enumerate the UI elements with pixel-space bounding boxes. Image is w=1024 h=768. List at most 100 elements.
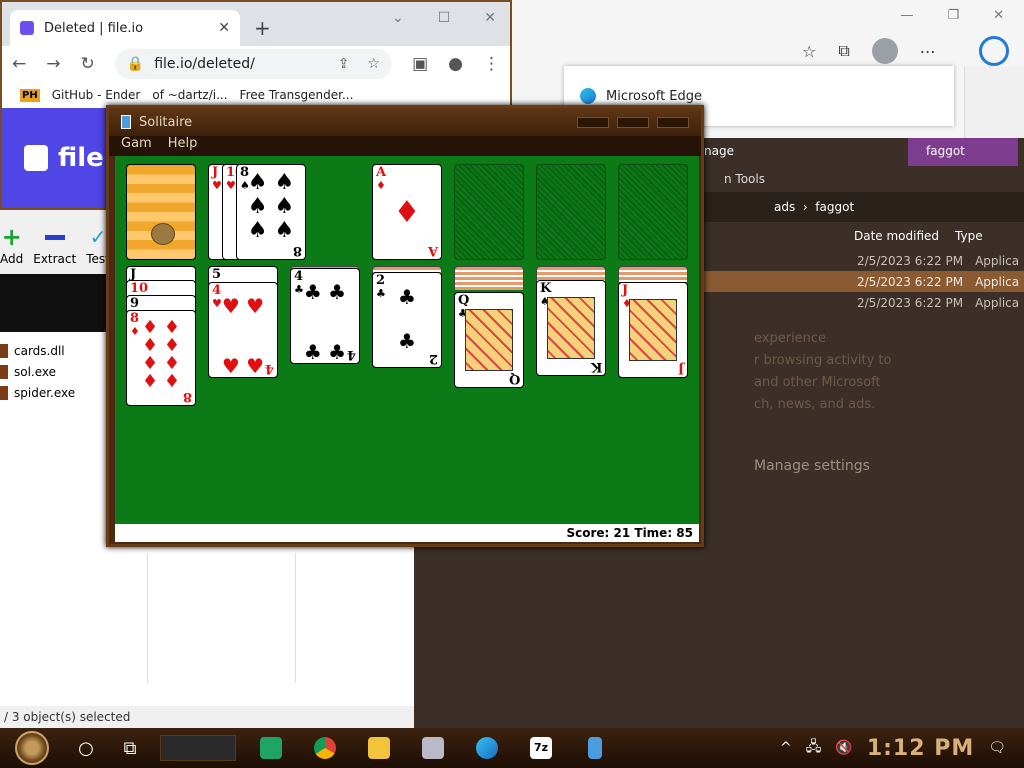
photos-icon [422,737,444,759]
taskbar-app-photos[interactable] [406,728,460,768]
card-rank-bottom: K [590,359,602,374]
minimize-icon[interactable]: — [900,8,913,23]
extract-icon [44,235,65,240]
taskbar-app-edge[interactable] [460,728,514,768]
new-tab-icon[interactable]: + [254,16,271,40]
foundation-pile[interactable]: A ♦ ♦ A [372,164,442,260]
extract-label: Extract [33,252,77,266]
menu-help[interactable]: Help [168,136,198,156]
taskbar-app-chrome[interactable] [298,728,352,768]
chevron-down-icon[interactable]: ⌄ [392,10,404,26]
ghost-line: r browsing activity to [754,353,892,368]
tableau-top-card[interactable]: 4 ♥ ♥ ♥ ♥ ♥ 4 [208,282,278,378]
card-rank-bottom: 8 [292,243,302,258]
file-icon [0,343,8,358]
menu-bar: Gam Help [109,136,701,156]
row-date: 2/5/2023 6:22 PM [857,274,964,289]
tableau-top-card[interactable]: J ♦ J [618,282,688,378]
taskbar-app-solitaire[interactable] [568,728,622,768]
tableau-top-card[interactable]: 8 ♦ ♦ ♦ ♦ ♦ ♦ ♦ ♦ ♦ 8 [126,310,196,406]
tableau-top-card[interactable]: 2 ♣ ♣ ♣ 2 [372,272,442,368]
network-icon[interactable]: 🖧 [806,736,822,760]
taskbar-app-sheets[interactable] [244,728,298,768]
share-icon[interactable]: ⇪ [338,56,350,72]
circle-icon: ○ [78,737,94,759]
game-felt: J ♥ 10 ♥ 8 ♠ ♠ ♠♠ ♠♠ ♠ 8 A ♦ ♦ A J 10 [115,156,699,524]
start-gear-icon [15,731,49,765]
omnibox[interactable]: 🔒 file.io/deleted/ ⇪ ☆ [114,49,393,79]
row-type: Applica [975,253,1020,268]
notifications-icon[interactable]: 🗨 [988,740,1006,756]
taskbar-app-7zip[interactable]: 7z [514,728,568,768]
back-icon[interactable]: ← [12,54,26,74]
add-button[interactable]: + Add [0,225,24,266]
close-icon[interactable]: ✕ [484,10,496,26]
star-icon[interactable]: ☆ [368,56,381,72]
taskbar-app-explorer[interactable] [352,728,406,768]
club-pips-icon: ♣ ♣ [398,285,416,353]
close-icon[interactable]: ✕ [993,8,1004,23]
reload-icon[interactable]: ↻ [81,54,95,74]
bookmark-item[interactable]: Free Transgender... [240,88,354,102]
waste-top-card[interactable]: 8 ♠ ♠ ♠ ♠ ♠ ♠ ♠ 8 [236,164,306,260]
edge-logo-icon [580,88,596,104]
file-name: sol.exe [14,364,57,379]
foundation-slot[interactable] [454,164,524,260]
tableau-top-card[interactable]: Q ♣ Q [454,292,524,388]
bookmark-item[interactable]: of ~dartz/i... [152,88,227,102]
cortana-button[interactable]: ○ [64,728,108,768]
facedown-stack [454,266,524,290]
col-date-modified[interactable]: Date modified [854,229,939,243]
manage-settings-link[interactable]: Manage settings [754,458,870,474]
card-rank-bottom: J [677,361,684,376]
close-button[interactable] [657,116,689,128]
start-button[interactable] [0,728,64,768]
tableau-top-card[interactable]: K ♠ K [536,280,606,376]
maximize-button[interactable] [617,116,649,128]
more-icon[interactable]: ⋯ [920,42,936,61]
chrome-tab[interactable]: Deleted | file.io ✕ [10,10,240,46]
column-grid [0,553,414,683]
forward-icon[interactable]: → [46,54,60,74]
tableau-top-card[interactable]: 4 ♣ ♣ ♣ ♣ ♣ 4 [290,268,360,364]
file-icon [0,364,8,379]
sidepanel-icon[interactable]: ▣ [412,54,428,74]
minimize-button[interactable] [577,116,609,128]
diamond-icon: ♦ [376,179,386,192]
maximize-icon[interactable]: ☐ [438,10,451,26]
taskbar-search[interactable] [160,735,236,761]
profile-icon[interactable]: ● [448,54,463,74]
chevron-up-icon[interactable]: ^ [780,740,792,756]
bing-icon[interactable] [979,36,1009,66]
favorites-icon[interactable]: ☆ [802,42,816,61]
volume-muted-icon[interactable]: 🔇 [835,740,852,756]
foundation-slot[interactable] [536,164,606,260]
collections-icon[interactable]: ⧉ [838,41,849,61]
tab-folder[interactable]: faggot [908,138,1018,166]
row-date: 2/5/2023 6:22 PM [857,295,964,310]
task-view-button[interactable]: ⧉ [108,728,152,768]
file-name: spider.exe [14,385,76,400]
solitaire-titlebar[interactable]: Solitaire [109,108,701,136]
bookmark-item[interactable]: GitHub - Ender [52,88,141,102]
add-label: Add [0,252,24,266]
menu-icon[interactable]: ⋮ [483,54,500,74]
profile-avatar[interactable] [871,38,898,64]
jack-face-icon [629,299,677,361]
window-title: Solitaire [139,114,193,130]
ph-badge-icon: PH [20,88,40,102]
close-tab-icon[interactable]: ✕ [218,20,230,36]
heart-icon: ♥ [226,179,236,192]
facedown-stack [618,266,688,282]
card-rank: 9 [130,296,140,311]
path-prefix: ads [774,200,796,214]
edge-toolbar: ☆ ⧉ ⋯ [512,34,1024,68]
extract-button[interactable]: Extract [33,227,76,266]
restore-icon[interactable]: ❐ [947,8,959,23]
menu-game[interactable]: Gam [121,136,152,156]
col-type[interactable]: Type [955,229,983,243]
clock[interactable]: 1:12 PM [867,736,974,761]
queen-face-icon [465,309,513,371]
stock-pile[interactable] [126,164,196,260]
foundation-slot[interactable] [618,164,688,260]
